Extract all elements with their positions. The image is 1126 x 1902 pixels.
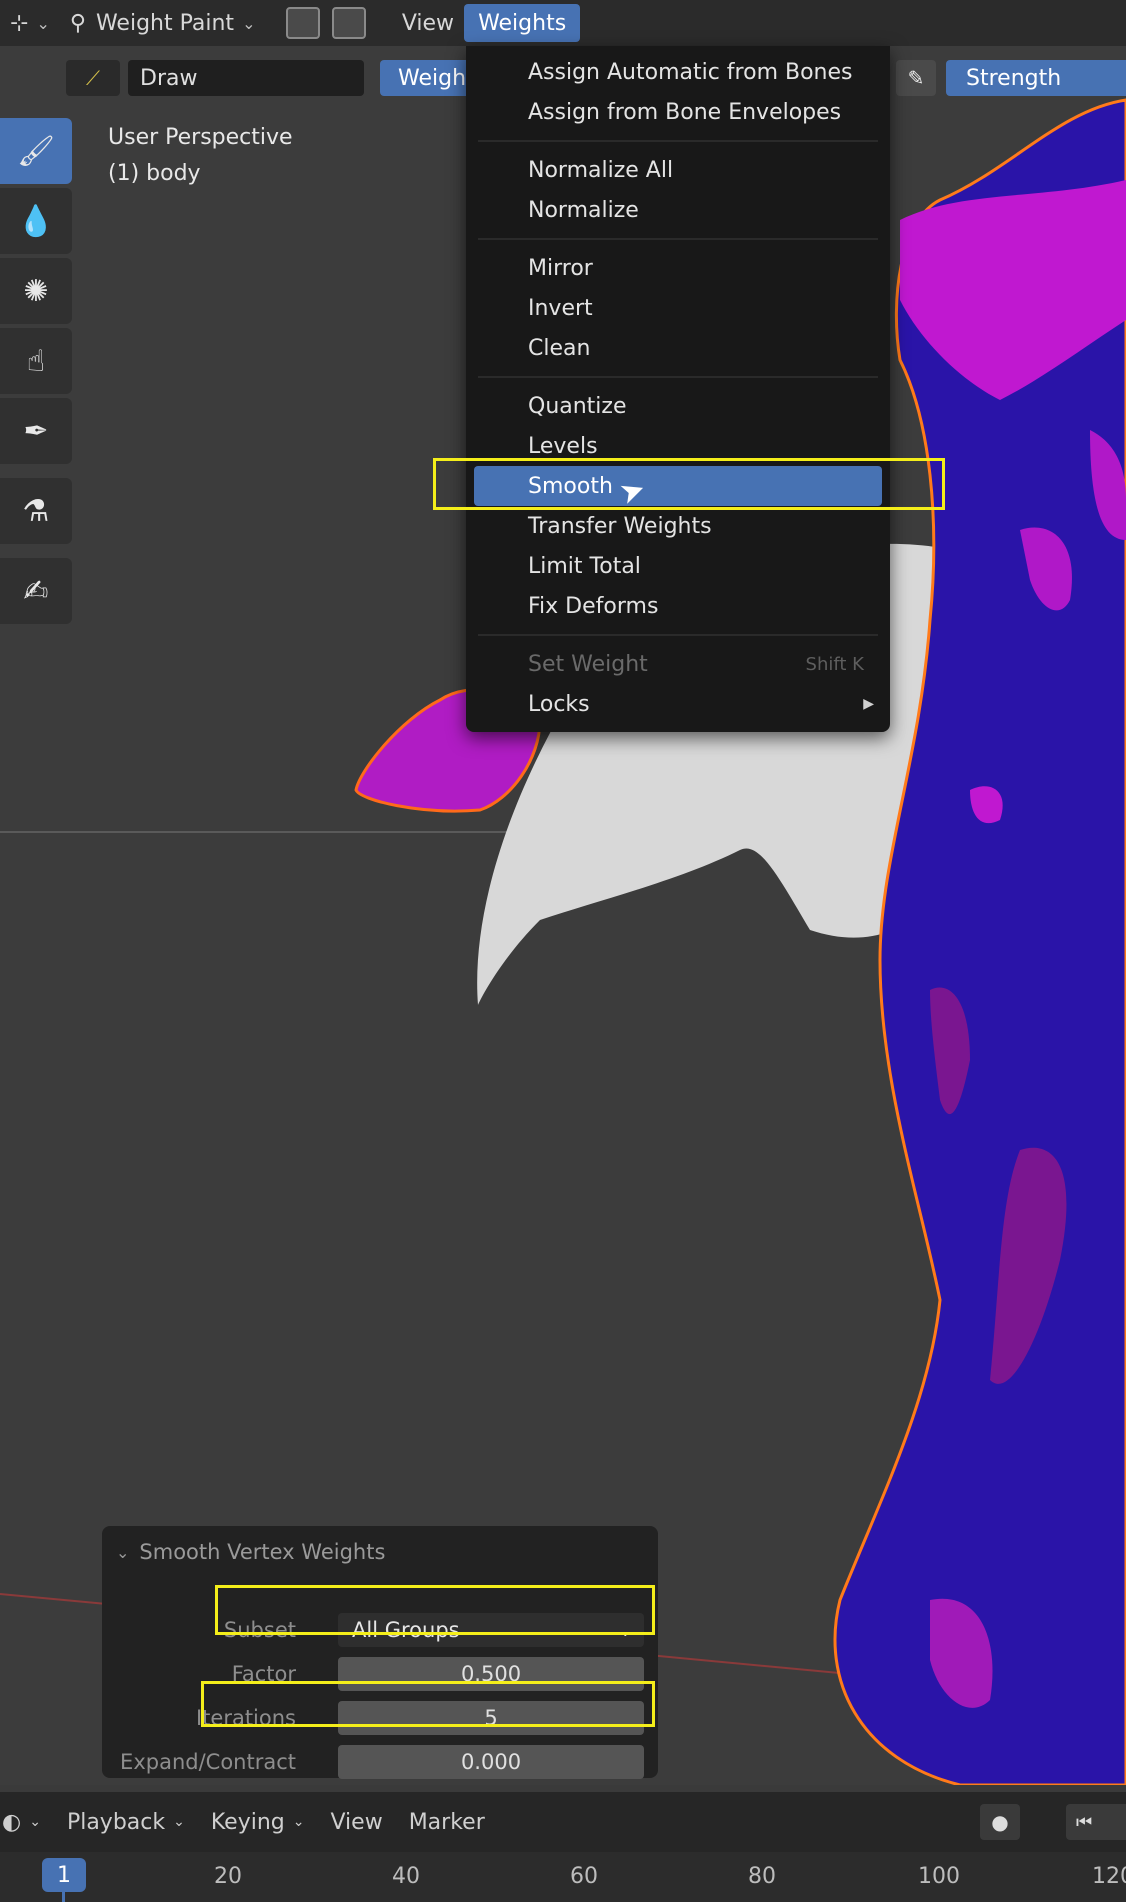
- menu-separator: [466, 132, 890, 150]
- smooth-vertex-weights-panel: ⌄ Smooth Vertex Weights Subset All Group…: [102, 1526, 658, 1780]
- chevron-down-icon: ⌄: [242, 13, 256, 33]
- current-frame-indicator[interactable]: 1: [42, 1858, 86, 1892]
- editor-type-icon: ⊹: [10, 10, 29, 36]
- viewport-info: User Perspective (1) body: [108, 120, 293, 192]
- menu-item-quantize[interactable]: Quantize: [466, 386, 890, 426]
- 3d-viewport[interactable]: ⊹ ⌄ ⚲ Weight Paint ⌄ View Weights ⟋ Draw …: [0, 0, 1126, 1785]
- viewport-header: ⊹ ⌄ ⚲ Weight Paint ⌄ View Weights: [0, 0, 1126, 46]
- panel-title: Smooth Vertex Weights: [139, 1540, 386, 1564]
- jump-to-start-icon[interactable]: ⏮: [1066, 1804, 1126, 1840]
- mask-toggle-icon[interactable]: [285, 7, 320, 39]
- highlight-box-iterations: [201, 1681, 655, 1727]
- menu-item-normalize[interactable]: Normalize: [466, 190, 890, 230]
- sample-vertex-group-icon[interactable]: ⚗: [0, 478, 72, 544]
- draw-brush-icon[interactable]: 🖌: [0, 118, 72, 184]
- playhead-line: [62, 1892, 65, 1902]
- frame-ruler[interactable]: 1 20 40 60 80 100 120: [0, 1852, 1126, 1902]
- menu-item-set-weight: Set Weight Shift K: [466, 644, 890, 684]
- brush-icon[interactable]: ⟋: [66, 60, 120, 96]
- weights-menu: Assign Automatic from Bones Assign from …: [466, 46, 890, 732]
- weight-paint-mode-icon: ⚲: [69, 10, 86, 36]
- menu-item-mirror[interactable]: Mirror: [466, 248, 890, 288]
- highlight-box-smooth: [433, 458, 945, 510]
- menu-item-normalize-all[interactable]: Normalize All: [466, 150, 890, 190]
- frame-tick: 80: [748, 1864, 776, 1889]
- object-label: (1) body: [108, 161, 201, 186]
- timeline-header: ◐ ⌄ Playback ⌄ Keying ⌄ View Marker ● ⏮: [0, 1792, 1126, 1852]
- menu-separator: [466, 626, 890, 644]
- annotate-icon[interactable]: ✍: [0, 558, 72, 624]
- highlight-box-subset: [215, 1585, 655, 1635]
- menu-item-invert[interactable]: Invert: [466, 288, 890, 328]
- menu-item-transfer-weights[interactable]: Transfer Weights: [466, 506, 890, 546]
- weight-field[interactable]: Weight: [380, 60, 475, 96]
- menu-item-limit-total[interactable]: Limit Total: [466, 546, 890, 586]
- sample-weight-icon[interactable]: ✒: [0, 398, 72, 464]
- submenu-arrow-icon: ▶: [863, 696, 874, 712]
- menu-item-clean[interactable]: Clean: [466, 328, 890, 368]
- frame-tick: 100: [918, 1864, 960, 1889]
- keying-menu[interactable]: Keying ⌄: [211, 1810, 305, 1835]
- menu-weights[interactable]: Weights: [464, 4, 581, 42]
- marker-menu[interactable]: Marker: [409, 1810, 485, 1835]
- perspective-label: User Perspective: [108, 125, 293, 150]
- menu-separator: [466, 368, 890, 386]
- menu-item-fix-deforms[interactable]: Fix Deforms: [466, 586, 890, 626]
- editor-type-dropdown[interactable]: ⊹ ⌄: [0, 5, 60, 41]
- menu-separator: [466, 230, 890, 248]
- playback-label: Playback: [66, 1809, 166, 1835]
- panel-header[interactable]: ⌄ Smooth Vertex Weights: [116, 1540, 385, 1564]
- menu-item-label: Set Weight: [528, 651, 648, 677]
- menu-item-assign-automatic-from-bones[interactable]: Assign Automatic from Bones: [466, 52, 890, 92]
- shortcut-label: Shift K: [805, 653, 864, 675]
- frame-tick: 120: [1092, 1864, 1126, 1889]
- tool-shelf: 🖌 💧 ✺ ☝ ✒ ⚗ ✍: [0, 118, 74, 628]
- frame-tick: 60: [570, 1864, 598, 1889]
- frame-tick: 40: [392, 1864, 420, 1889]
- chevron-down-icon: ⌄: [173, 1814, 185, 1830]
- chevron-down-icon: ⌄: [36, 13, 50, 33]
- timeline-editor-dropdown[interactable]: ◐ ⌄: [0, 1810, 41, 1835]
- timeline-view-menu[interactable]: View: [330, 1810, 382, 1835]
- mode-dropdown[interactable]: ⚲ Weight Paint ⌄: [60, 5, 280, 41]
- average-icon[interactable]: ✺: [0, 258, 72, 324]
- menu-item-assign-from-bone-envelopes[interactable]: Assign from Bone Envelopes: [466, 92, 890, 132]
- chevron-down-icon: ⌄: [29, 1814, 41, 1830]
- expand-contract-label: Expand/Contract: [120, 1750, 296, 1774]
- frame-tick: 20: [214, 1864, 242, 1889]
- menu-item-locks[interactable]: Locks ▶: [466, 684, 890, 724]
- expand-contract-field[interactable]: 0.000: [338, 1745, 644, 1779]
- smear-icon[interactable]: ☝: [0, 328, 72, 394]
- playback-menu[interactable]: Playback ⌄: [67, 1810, 185, 1835]
- menu-view[interactable]: View: [392, 5, 464, 41]
- mode-label: Weight Paint: [95, 10, 235, 36]
- pressure-pen-icon[interactable]: ✎: [896, 60, 936, 96]
- expand-contract-row: Expand/Contract 0.000: [102, 1744, 658, 1780]
- clock-icon: ◐: [2, 1809, 22, 1835]
- menu-item-label: Locks: [528, 691, 590, 717]
- chevron-down-icon: ⌄: [292, 1814, 305, 1830]
- strength-field[interactable]: Strength: [946, 60, 1126, 96]
- keying-label: Keying: [210, 1809, 285, 1835]
- chevron-down-icon: ⌄: [116, 1542, 130, 1562]
- record-icon[interactable]: ●: [980, 1804, 1020, 1840]
- blur-icon[interactable]: 💧: [0, 188, 72, 254]
- vertex-select-toggle-icon[interactable]: [331, 7, 366, 39]
- brush-name-field[interactable]: Draw: [128, 60, 364, 96]
